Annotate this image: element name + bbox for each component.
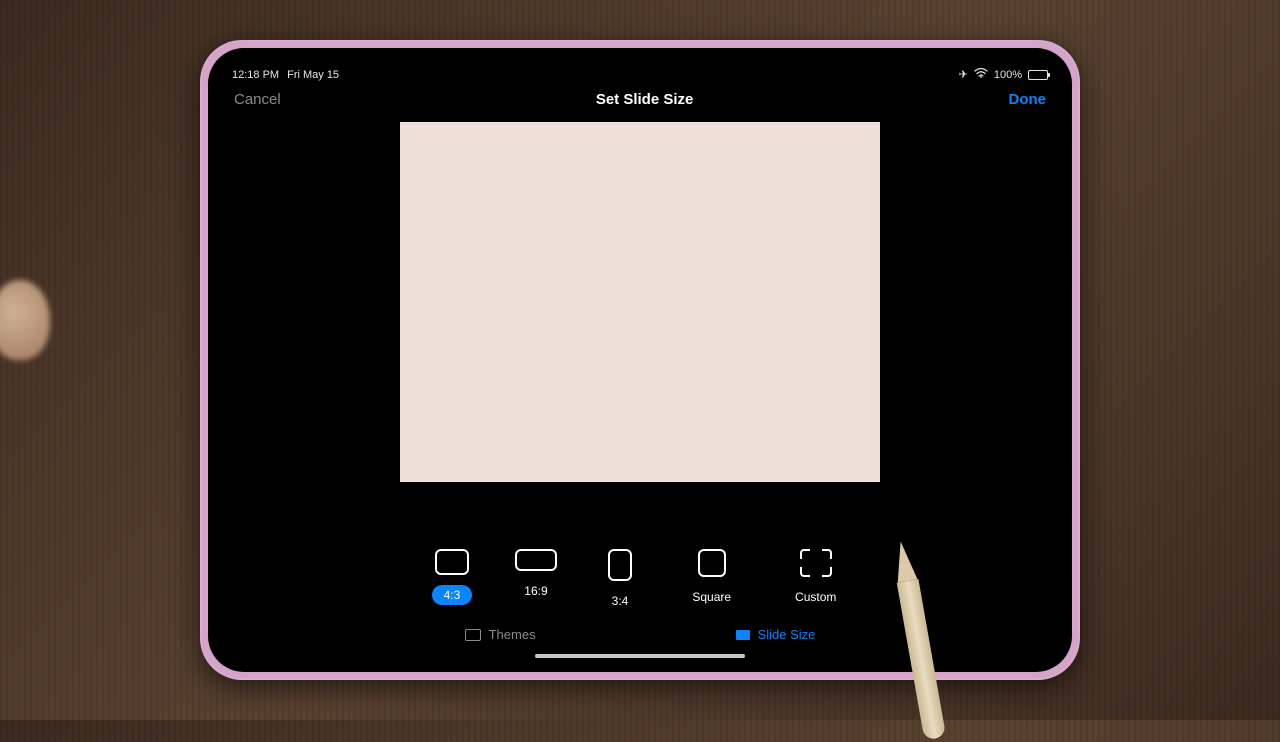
slide-preview[interactable] — [400, 122, 880, 482]
size-option-square[interactable]: Square — [680, 549, 743, 611]
done-button[interactable]: Done — [1009, 91, 1047, 108]
slide-size-icon — [736, 630, 750, 640]
size-option-3-4[interactable]: 3:4 — [600, 549, 641, 611]
size-option-16-9[interactable]: 16:9 — [512, 549, 559, 611]
size-label-3-4: 3:4 — [600, 591, 641, 611]
size-options-row: 4:3 16:9 3:4 Square Custom — [230, 531, 1050, 623]
size-option-custom[interactable]: Custom — [783, 549, 848, 611]
tab-slide-size-label: Slide Size — [758, 627, 816, 642]
size-label-square: Square — [680, 587, 743, 607]
screen: 12:18 PM Fri May 15 ✈︎ 100% Cancel Set S… — [208, 48, 1072, 672]
tab-themes[interactable]: Themes — [465, 627, 536, 642]
tab-themes-label: Themes — [489, 627, 536, 642]
tab-slide-size[interactable]: Slide Size — [736, 627, 816, 642]
size-label-16-9: 16:9 — [512, 581, 559, 601]
battery-icon — [1028, 70, 1048, 80]
battery-percent: 100% — [994, 69, 1022, 81]
status-bar: 12:18 PM Fri May 15 ✈︎ 100% — [230, 68, 1050, 87]
bottom-tabs: Themes Slide Size — [230, 623, 1050, 650]
themes-icon — [465, 629, 481, 641]
page-title: Set Slide Size — [596, 91, 694, 108]
airplane-icon: ✈︎ — [959, 68, 968, 81]
aspect-custom-icon — [800, 549, 832, 577]
aspect-3-4-icon — [608, 549, 632, 581]
size-option-4-3[interactable]: 4:3 — [432, 549, 473, 611]
size-label-4-3: 4:3 — [432, 585, 473, 605]
cancel-button[interactable]: Cancel — [234, 91, 281, 108]
size-label-custom: Custom — [783, 587, 848, 607]
ipad-device: 12:18 PM Fri May 15 ✈︎ 100% Cancel Set S… — [200, 40, 1080, 680]
wifi-icon — [974, 68, 988, 81]
hand-thumb — [0, 280, 50, 360]
home-indicator[interactable] — [535, 654, 745, 658]
slide-preview-area — [230, 118, 1050, 531]
status-time: 12:18 PM — [232, 69, 279, 81]
aspect-4-3-icon — [435, 549, 469, 575]
aspect-square-icon — [698, 549, 726, 577]
aspect-16-9-icon — [515, 549, 557, 571]
status-date: Fri May 15 — [287, 69, 339, 81]
nav-bar: Cancel Set Slide Size Done — [230, 87, 1050, 118]
